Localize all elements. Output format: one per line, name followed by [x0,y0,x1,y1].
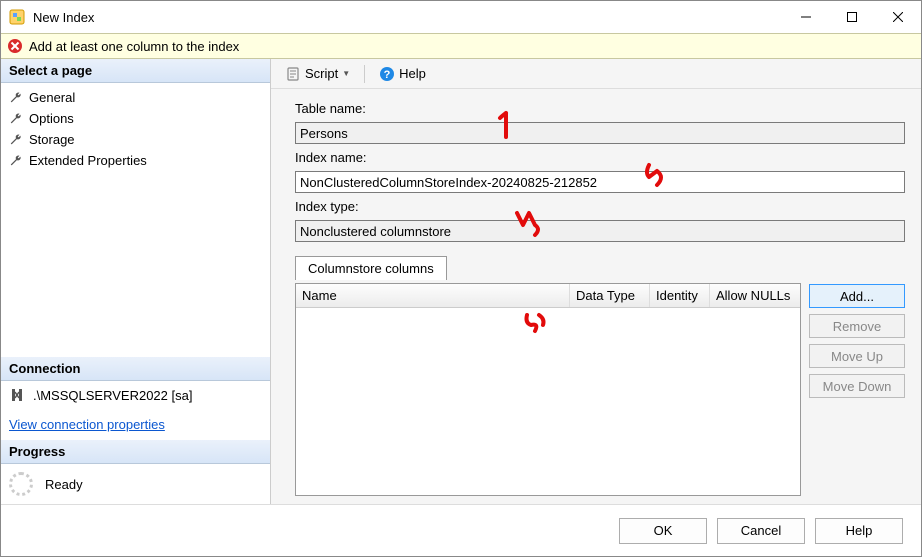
index-type-label: Index type: [295,197,905,216]
index-name-field[interactable] [295,171,905,193]
title-bar: New Index [1,1,921,33]
move-down-button[interactable]: Move Down [809,374,905,398]
grid-header: Name Data Type Identity Allow NULLs [296,284,800,308]
script-icon [285,66,301,82]
index-name-label: Index name: [295,148,905,167]
progress-body: Ready [1,464,270,504]
connection-info: .\MSSQLSERVER2022 [sa] [1,381,270,409]
index-type-field [295,220,905,242]
progress-spinner-icon [9,472,33,496]
page-item-storage[interactable]: Storage [1,129,270,150]
view-connection-properties-link[interactable]: View connection properties [1,409,270,440]
col-header-data-type[interactable]: Data Type [570,284,650,307]
help-button[interactable]: ? Help [373,64,432,84]
wrench-icon [9,133,23,147]
help-icon: ? [379,66,395,82]
close-button[interactable] [875,1,921,33]
columns-grid[interactable]: Name Data Type Identity Allow NULLs [295,283,801,496]
grid-body[interactable] [296,308,800,495]
script-button[interactable]: Script ▼ [279,64,356,84]
maximize-button[interactable] [829,1,875,33]
left-panel: Select a page General Options Storage Ex… [1,59,271,504]
svg-text:?: ? [384,69,391,81]
page-item-label: Storage [29,132,75,147]
table-name-field [295,122,905,144]
page-item-general[interactable]: General [1,87,270,108]
move-up-button[interactable]: Move Up [809,344,905,368]
page-item-label: Extended Properties [29,153,147,168]
content-toolbar: Script ▼ ? Help [271,59,921,89]
table-name-label: Table name: [295,99,905,118]
app-icon [9,9,25,25]
error-icon [7,38,23,54]
minimize-button[interactable] [783,1,829,33]
page-item-label: Options [29,111,74,126]
wrench-icon [9,91,23,105]
page-item-label: General [29,90,75,105]
col-header-identity[interactable]: Identity [650,284,710,307]
warning-text: Add at least one column to the index [29,39,239,54]
add-button[interactable]: Add... [809,284,905,308]
cancel-button[interactable]: Cancel [717,518,805,544]
progress-header: Progress [1,440,270,464]
chevron-down-icon: ▼ [342,69,350,78]
dialog-button-bar: OK Cancel Help [1,504,921,556]
form-area: Table name: Index name: Index type: Colu… [271,89,921,504]
wrench-icon [9,112,23,126]
server-icon [9,387,25,403]
connection-header: Connection [1,357,270,381]
help-label: Help [399,66,426,81]
wrench-icon [9,154,23,168]
page-item-extended-properties[interactable]: Extended Properties [1,150,270,171]
col-header-name[interactable]: Name [296,284,570,307]
page-item-options[interactable]: Options [1,108,270,129]
ok-button[interactable]: OK [619,518,707,544]
remove-button[interactable]: Remove [809,314,905,338]
warning-bar: Add at least one column to the index [1,33,921,59]
connection-value: .\MSSQLSERVER2022 [sa] [33,388,192,403]
script-label: Script [305,66,338,81]
select-page-header: Select a page [1,59,270,83]
help-dialog-button[interactable]: Help [815,518,903,544]
page-list: General Options Storage Extended Propert… [1,83,270,175]
toolbar-separator [364,65,365,83]
window-title: New Index [33,10,783,25]
grid-buttons: Add... Remove Move Up Move Down [809,283,905,496]
progress-status: Ready [45,477,83,492]
right-panel: Script ▼ ? Help Table name: Index name: … [271,59,921,504]
col-header-allow-nulls[interactable]: Allow NULLs [710,284,800,307]
tab-columnstore-columns[interactable]: Columnstore columns [295,256,447,280]
